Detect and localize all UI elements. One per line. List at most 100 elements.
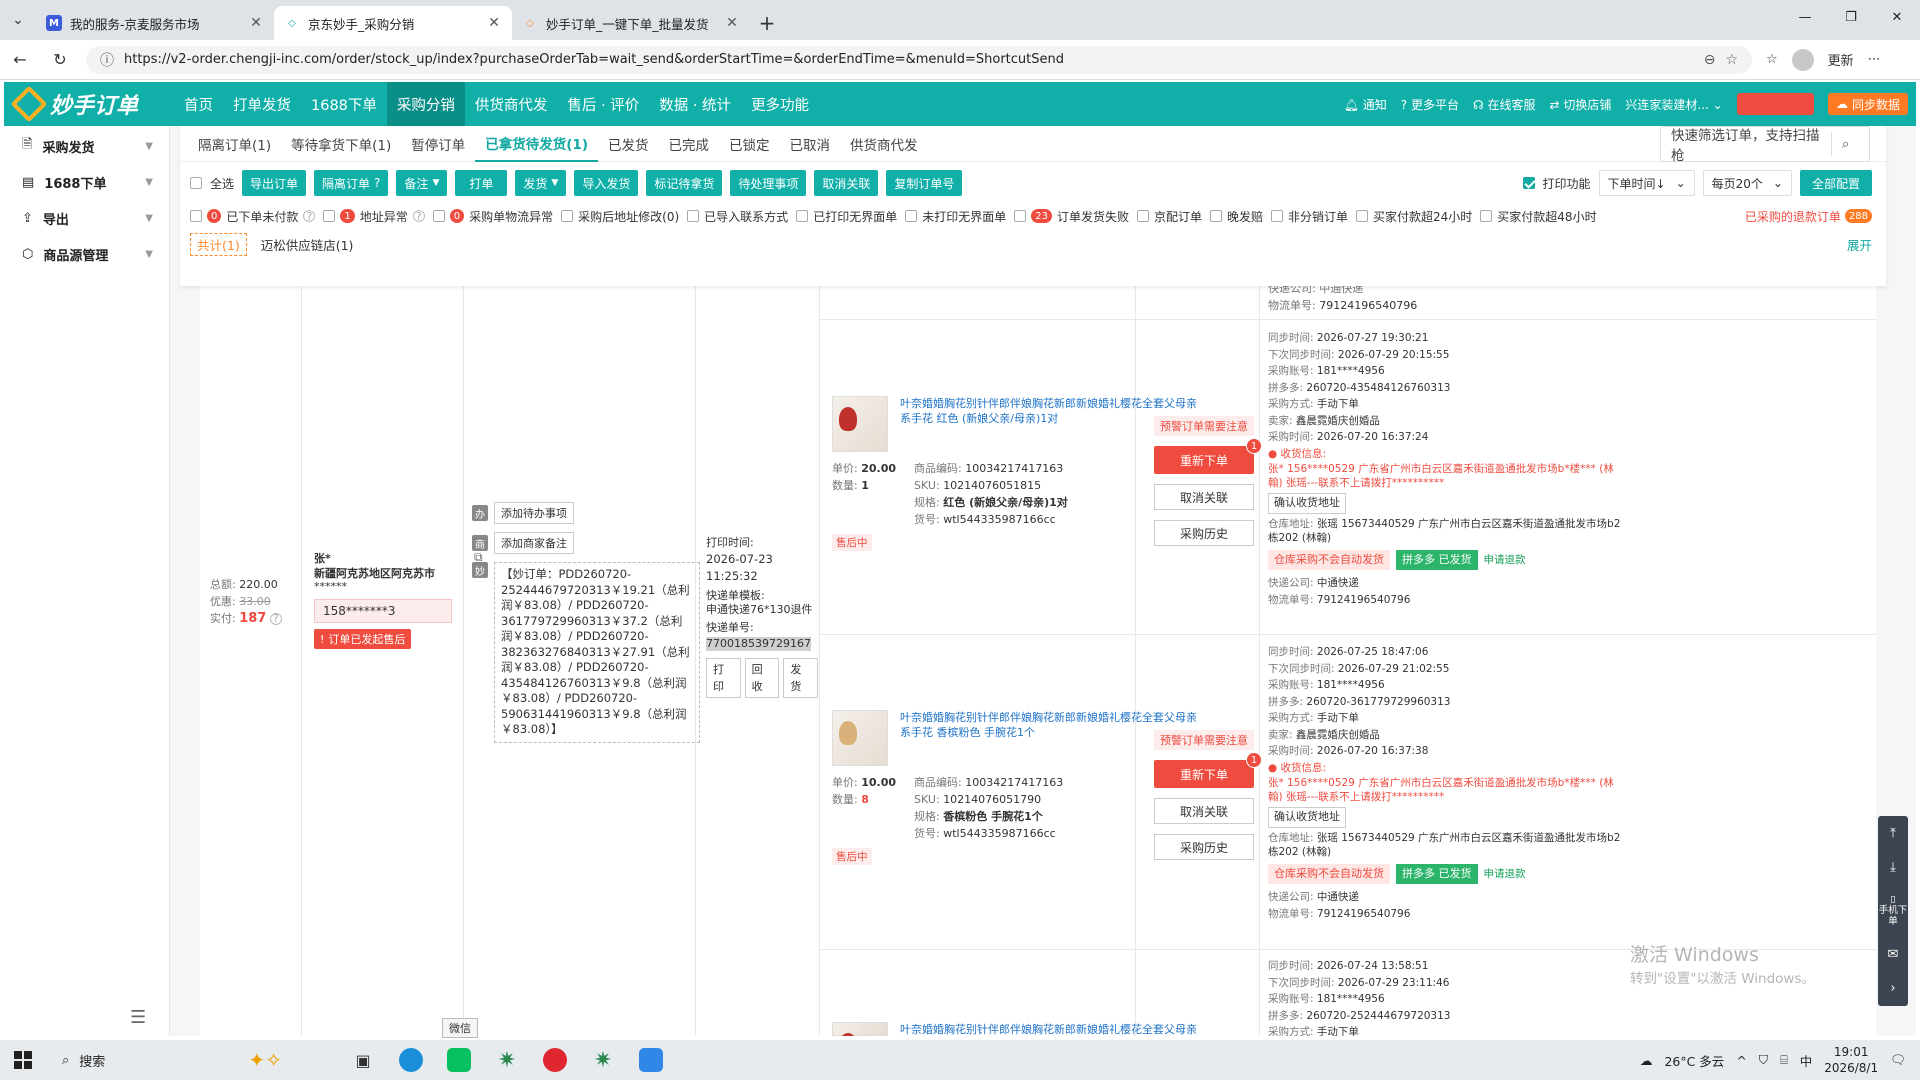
sidebar-item-source[interactable]: ⬡ 商品源管理 ▼ — [4, 236, 169, 272]
notification-icon[interactable]: 🗨︎ — [1890, 1052, 1906, 1068]
nav-print-ship[interactable]: 打单发货 — [223, 82, 301, 126]
filter-48h[interactable]: 买家付款超48小时 — [1480, 208, 1597, 225]
site-info-icon[interactable]: ⓘ — [100, 50, 114, 70]
filter-address-error[interactable]: 1 地址异常? — [323, 208, 425, 225]
sidebar-item-purchase-ship[interactable]: 🗎 采购发货 ▼ — [4, 128, 169, 164]
tab-completed[interactable]: 已完成 — [658, 126, 719, 162]
nav-more[interactable]: 更多功能 — [741, 82, 819, 126]
store-filter[interactable]: 迈松供应链店(1) — [261, 235, 354, 254]
tab-list-chevron-icon[interactable]: ⌄ — [0, 0, 36, 40]
tab-wait-ship[interactable]: 已拿货待发货(1) — [475, 126, 598, 162]
import-ship-button[interactable]: 导入发货 — [574, 170, 639, 196]
product-title[interactable]: 叶奈婚婚胸花别针伴郎伴娘胸花新郎新娘婚礼樱花全套父母亲 — [900, 1022, 1200, 1036]
filter-ship-failed[interactable]: 23 订单发货失败 — [1014, 208, 1129, 225]
reorder-button[interactable]: 重新下单 1 — [1154, 752, 1262, 788]
reorder-button[interactable]: 重新下单 1 — [1154, 438, 1262, 474]
browser-tab-2[interactable]: ◇ 京东妙手_采购分销 ✕ — [274, 6, 512, 40]
all-config-button[interactable]: 全部配置 — [1799, 170, 1872, 196]
filter-non-dist[interactable]: 非分销订单 — [1271, 208, 1348, 225]
tab-paused[interactable]: 暂停订单 — [401, 126, 475, 162]
weather-text[interactable]: 26°C 多云 — [1664, 1051, 1724, 1070]
more-menu-icon[interactable]: ⋯ — [1868, 52, 1881, 67]
recycle-button[interactable]: 回收 — [744, 658, 780, 698]
nav-home[interactable]: 首页 — [174, 82, 223, 126]
nav-supplier[interactable]: 供货商代发 — [465, 82, 558, 126]
print-func-checkbox[interactable] — [1522, 177, 1535, 189]
tab-shipped[interactable]: 已发货 — [598, 126, 659, 162]
tab-locked[interactable]: 已锁定 — [719, 126, 780, 162]
unlink-item-button[interactable]: 取消关联 — [1154, 484, 1254, 510]
add-todo-button[interactable]: 添加待办事项 — [494, 502, 574, 524]
edge-browser-icon[interactable] — [390, 1041, 432, 1079]
url-field[interactable]: ⓘ https://v2-order.chengji-inc.com/order… — [86, 45, 1752, 74]
nav-1688[interactable]: 1688下单 — [301, 82, 387, 126]
unlink-button[interactable]: 取消关联 — [814, 170, 879, 196]
app-chat-icon[interactable] — [630, 1041, 672, 1079]
nav-aftersale[interactable]: 售后 · 评价 — [557, 82, 649, 126]
reload-icon[interactable]: ↻ — [40, 50, 80, 69]
taskbar-search[interactable]: ⌕ 搜索 ✦✧ — [46, 1048, 282, 1072]
tab-cancelled[interactable]: 已取消 — [779, 126, 840, 162]
quick-filter-input[interactable]: 快速筛选订单，支持扫描枪 ⌕ — [1660, 126, 1870, 164]
collapse-arrow-icon[interactable]: › — [1890, 981, 1895, 996]
ship-button[interactable]: 发货 — [783, 658, 819, 698]
tab-close-icon[interactable]: ✕ — [724, 15, 740, 31]
minimize-icon[interactable]: — — [1782, 0, 1828, 34]
sort-select[interactable]: 下单时间↓ ⌄ — [1598, 170, 1695, 196]
total-tag[interactable]: 共计(1) — [190, 232, 247, 256]
filter-24h[interactable]: 买家付款超24小时 — [1356, 208, 1472, 225]
zoom-icon[interactable]: ⊖ — [1704, 52, 1716, 68]
add-remark-button[interactable]: 添加商家备注 — [494, 532, 574, 554]
purchase-history-button[interactable]: 采购历史 — [1154, 520, 1254, 546]
bookmark-star-icon[interactable]: ☆ — [1725, 52, 1738, 68]
video-tutorial-button[interactable]: ▶ 视频教程 — [1736, 93, 1814, 115]
aftersale-alert[interactable]: ! 订单已发起售后 — [314, 629, 412, 649]
print-button[interactable]: 打单 — [455, 170, 508, 196]
new-tab-plus-icon[interactable]: + — [750, 6, 784, 40]
app-star-icon-2[interactable]: ✷ — [582, 1041, 624, 1079]
update-button[interactable]: 更新 — [1828, 50, 1854, 69]
export-orders-button[interactable]: 导出订单 — [242, 170, 307, 196]
wechat-icon[interactable] — [438, 1041, 480, 1079]
nav-purchase[interactable]: 采购分销 — [386, 82, 465, 126]
tab-supplier-ship[interactable]: 供货商代发 — [840, 126, 928, 162]
filter-unprinted[interactable]: 未打印无界面单 — [905, 208, 1006, 225]
tab-close-icon[interactable]: ✕ — [248, 15, 264, 31]
browser-tab-1[interactable]: M 我的服务-京麦服务市场 ✕ — [36, 6, 274, 40]
clock[interactable]: 19:01 2026/8/1 — [1824, 1044, 1878, 1076]
product-thumbnail[interactable] — [832, 710, 888, 766]
scroll-top-icon[interactable]: ⤒ — [1890, 826, 1896, 841]
sync-data-button[interactable]: ☁ 同步数据 — [1827, 93, 1908, 115]
product-thumbnail[interactable] — [832, 1022, 888, 1036]
sidebar-item-export[interactable]: ⇪ 导出 ▼ — [4, 200, 169, 236]
notify-link[interactable]: 🔔︎ 通知 — [1344, 96, 1387, 113]
back-arrow-icon[interactable]: ← — [0, 50, 40, 69]
app-red-icon[interactable] — [534, 1041, 576, 1079]
filter-logistics-error[interactable]: 0 采购单物流异常 — [432, 208, 553, 225]
nav-data[interactable]: 数据 · 统计 — [649, 82, 741, 126]
search-icon[interactable]: ⌕ — [1831, 131, 1859, 156]
isolate-order-button[interactable]: 隔离订单? — [314, 170, 389, 196]
select-all-checkbox[interactable] — [190, 177, 202, 189]
tray-expand-icon[interactable]: ^ — [1736, 1053, 1746, 1068]
refund-orders-link[interactable]: 已采购的退款订单 288 — [1745, 208, 1872, 225]
buyer-phone[interactable]: 158*******3 — [314, 599, 452, 623]
apply-refund-link[interactable]: 申请退款 — [1484, 552, 1526, 569]
browser-tab-3[interactable]: ◇ 妙手订单_一键下单_批量发货 ✕ — [512, 6, 750, 40]
waybill-number[interactable]: 770018539729167 — [706, 637, 811, 651]
app-star-icon[interactable]: ✷ — [486, 1041, 528, 1079]
filter-imported-contact[interactable]: 已导入联系方式 — [687, 208, 788, 225]
mail-icon[interactable]: ✉ — [1888, 947, 1899, 962]
confirm-address-button[interactable]: 确认收货地址 — [1268, 493, 1346, 514]
filter-address-modified[interactable]: 采购后地址修改(0) — [561, 208, 679, 225]
apply-refund-link[interactable]: 申请退款 — [1484, 866, 1526, 883]
task-view-icon[interactable]: ▣ — [342, 1041, 384, 1079]
pending-items-button[interactable]: 待处理事项 — [730, 170, 807, 196]
collapse-menu-icon[interactable]: ☰ — [130, 1007, 146, 1028]
page-size-select[interactable]: 每页20个 ⌄ — [1702, 170, 1792, 196]
unlink-item-button[interactable]: 取消关联 — [1154, 798, 1254, 824]
windows-start-icon[interactable] — [0, 1051, 46, 1069]
online-service-link[interactable]: ☊ 在线客服 — [1473, 96, 1536, 113]
app-logo[interactable]: 妙手订单 — [4, 85, 174, 123]
tab-close-icon[interactable]: ✕ — [486, 15, 502, 31]
